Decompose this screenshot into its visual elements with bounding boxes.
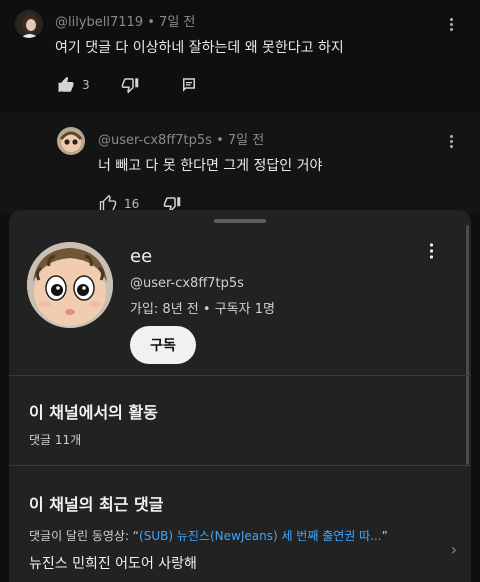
dislike-button[interactable] — [121, 76, 139, 94]
activity-section-title: 이 채널에서의 활동 — [29, 403, 158, 422]
comment-age: 7일 전 — [227, 133, 265, 148]
video-prefix: 댓글이 달린 동영상: “ — [29, 529, 140, 543]
sheet-more-button[interactable] — [421, 240, 441, 260]
comment-text: 여기 댓글 다 이상하네 잘하는데 왜 못한다고 하지 — [55, 40, 344, 56]
like-count: 16 — [124, 197, 140, 211]
comment-item: @lilybell7119 • 7일 전 여기 댓글 다 이상하네 잘하는데 왜… — [0, 0, 480, 113]
recent-comment-text: 뉴진스 민희진 어도어 사랑해 — [29, 556, 197, 572]
recent-comments-title: 이 채널의 최근 댓글 — [29, 495, 164, 514]
like-button[interactable]: 3 — [57, 76, 90, 94]
comment-more-button[interactable] — [441, 14, 461, 34]
comment-meta: @user-cx8ff7tp5s • 7일 전 — [98, 129, 264, 148]
more-vert-icon — [429, 241, 433, 259]
subscribe-button[interactable]: 구독 — [130, 326, 196, 364]
more-vert-icon — [449, 17, 453, 31]
like-count: 3 — [82, 78, 90, 92]
dislike-icon — [121, 78, 139, 94]
channel-name: ee — [130, 246, 153, 267]
comment-author-handle[interactable]: @user-cx8ff7tp5s — [98, 133, 212, 148]
comment-text: 너 빼고 다 못 한다면 그게 정답인 거야 — [98, 158, 323, 174]
commented-video-line: 댓글이 달린 동영상: “(SUB) 뉴진스(NewJeans) 세 번째 출연… — [29, 527, 388, 544]
section-divider — [9, 465, 471, 466]
video-suffix: ” — [381, 529, 388, 543]
commenter-avatar[interactable] — [57, 127, 85, 155]
comment-more-button[interactable] — [441, 131, 461, 151]
channel-handle: @user-cx8ff7tp5s — [130, 276, 244, 291]
channel-avatar[interactable] — [27, 242, 113, 328]
commenter-avatar[interactable] — [15, 10, 43, 38]
video-link[interactable]: (SUB) 뉴진스(NewJeans) 세 번째 출연권 따... — [139, 529, 382, 543]
section-divider — [9, 375, 471, 376]
activity-comment-count: 댓글 11개 — [29, 433, 82, 447]
channel-stats: 가입: 8년 전 • 구독자 1명 — [130, 302, 275, 317]
comment-age: 7일 전 — [159, 15, 196, 30]
channel-info-sheet: ee @user-cx8ff7tp5s 가입: 8년 전 • 구독자 1명 구독… — [9, 210, 471, 582]
meta-dot: • — [147, 15, 160, 30]
more-vert-icon — [449, 134, 453, 148]
chevron-right-icon[interactable]: › — [451, 540, 457, 559]
meta-dot: • — [216, 133, 228, 148]
like-icon — [58, 76, 74, 92]
comment-meta: @lilybell7119 • 7일 전 — [55, 11, 195, 30]
reply-icon — [183, 78, 195, 92]
reply-button[interactable] — [180, 76, 198, 94]
comment-author-handle[interactable]: @lilybell7119 — [55, 15, 143, 30]
reply-item: @user-cx8ff7tp5s • 7일 전 너 빼고 다 못 한다면 그게 … — [0, 113, 480, 213]
sheet-scrollbar[interactable] — [466, 225, 469, 465]
drag-handle[interactable] — [214, 219, 266, 223]
